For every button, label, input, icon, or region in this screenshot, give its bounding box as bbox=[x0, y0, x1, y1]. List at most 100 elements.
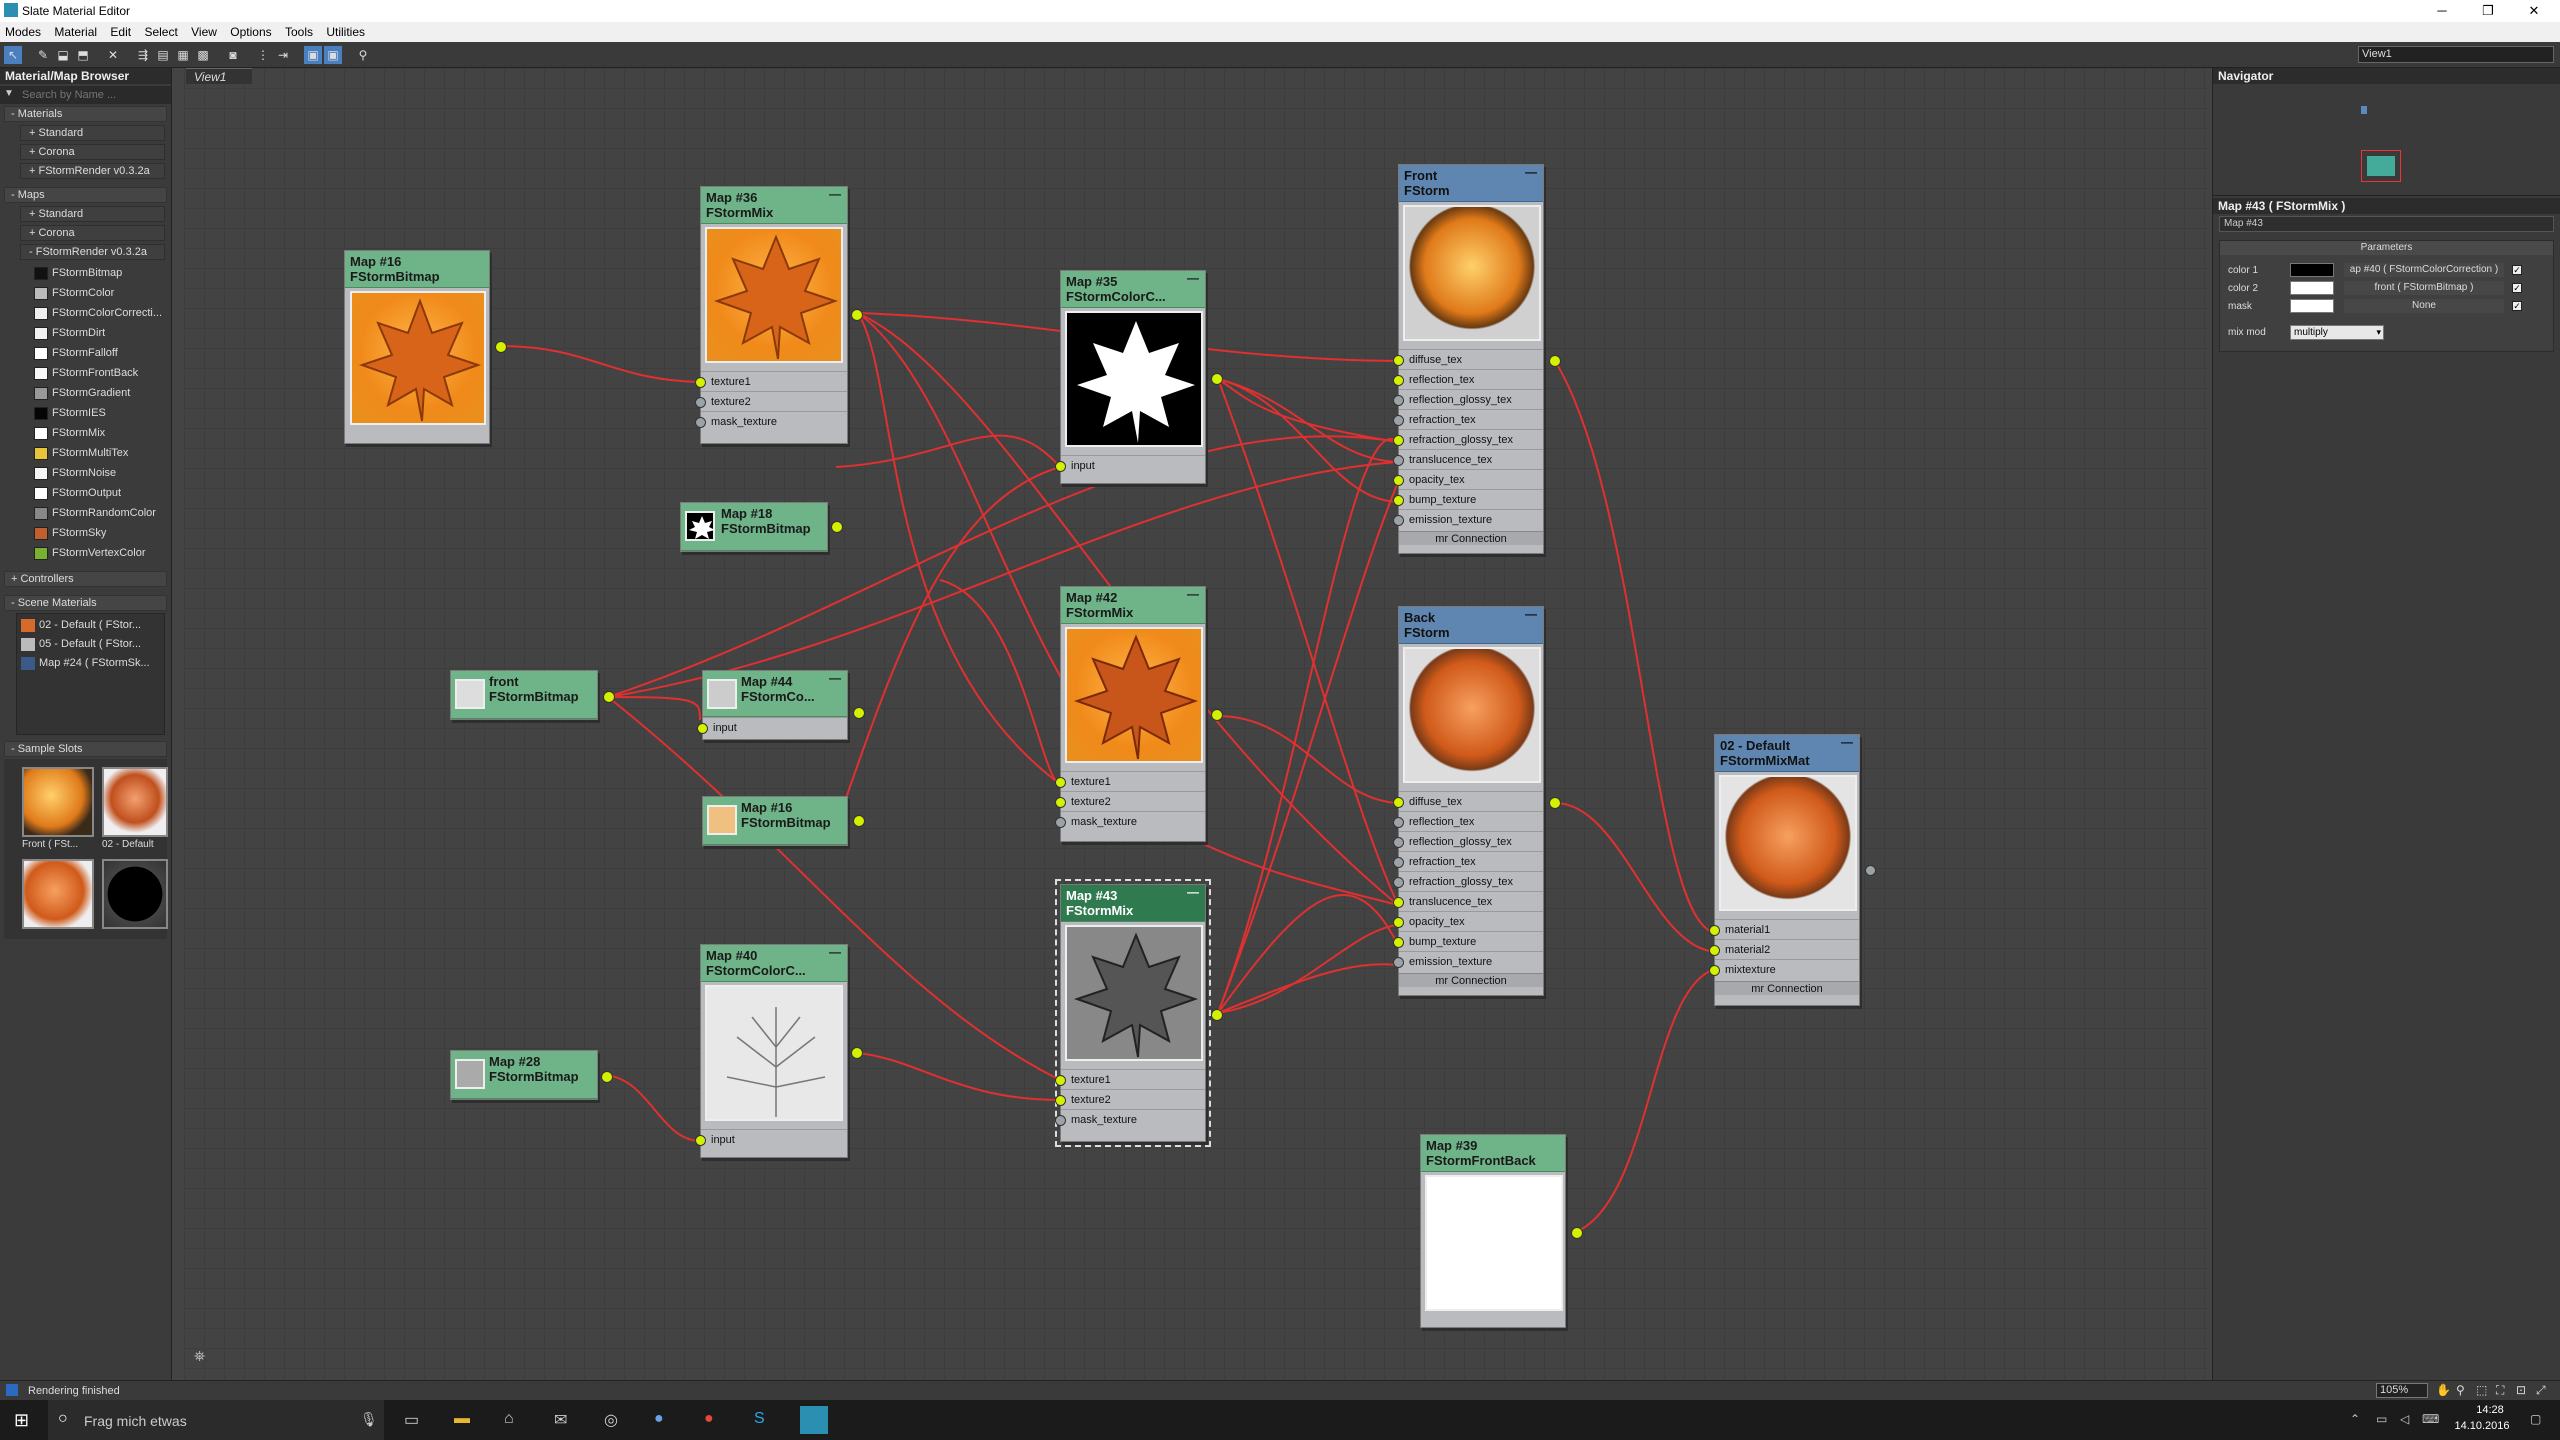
color2-map-button[interactable]: front ( FStormBitmap ) bbox=[2344, 281, 2504, 295]
clock-time[interactable]: 14:28 bbox=[2460, 1404, 2520, 1416]
notification-icon[interactable]: ▢ bbox=[2530, 1412, 2541, 1426]
collapse-icon[interactable]: — bbox=[829, 945, 841, 960]
output-socket[interactable] bbox=[495, 341, 507, 353]
node-map16b[interactable]: Map #16 FStormBitmap bbox=[702, 796, 865, 846]
node-map18[interactable]: Map #18 FStormBitmap bbox=[680, 502, 843, 552]
chrome-icon[interactable]: ● bbox=[704, 1410, 714, 1428]
node-front-bitmap[interactable]: front FStormBitmap bbox=[450, 670, 615, 720]
maximize-view-icon[interactable]: ⤢ bbox=[2536, 1383, 2546, 1398]
media-icon[interactable]: ◎ bbox=[604, 1410, 618, 1430]
mask-swatch[interactable] bbox=[2290, 299, 2334, 313]
color1-checkbox[interactable]: ✓ bbox=[2512, 265, 2522, 275]
output-socket[interactable] bbox=[1571, 1227, 1583, 1239]
skype-icon[interactable]: S bbox=[754, 1410, 765, 1428]
collapse-icon[interactable]: — bbox=[1525, 165, 1537, 180]
node-map16[interactable]: Map #16 FStormBitmap bbox=[344, 250, 507, 444]
node-material-front[interactable]: Front FStorm — diffuse_tex reflection_tex … bbox=[1393, 164, 1561, 554]
tray-chevron-icon[interactable]: ⌃ bbox=[2350, 1412, 2360, 1426]
slot: refraction_glossy_tex bbox=[1399, 429, 1543, 449]
node-map44[interactable]: Map #44 FStormCo... — input bbox=[697, 670, 865, 740]
input-socket[interactable] bbox=[697, 723, 708, 734]
input-socket[interactable] bbox=[1055, 1075, 1066, 1086]
collapse-icon[interactable]: — bbox=[1187, 271, 1199, 286]
frame-all-icon[interactable]: ⛶ bbox=[2496, 1383, 2504, 1398]
input-socket[interactable] bbox=[1055, 1115, 1066, 1126]
node-map36[interactable]: Map #36 FStormMix — texture1 texture2 mask… bbox=[695, 186, 863, 444]
map-name-field[interactable]: Map #43 bbox=[2219, 216, 2554, 232]
collapse-icon[interactable]: — bbox=[829, 187, 841, 202]
collapse-icon[interactable]: — bbox=[1187, 885, 1199, 900]
node-map42[interactable]: Map #42 FStormMix — texture1 texture2 mask… bbox=[1055, 586, 1223, 842]
store-icon[interactable]: ⌂ bbox=[504, 1410, 514, 1428]
search-placeholder: Frag mich etwas bbox=[84, 1413, 187, 1429]
output-socket[interactable] bbox=[601, 1071, 613, 1083]
navigator-view[interactable] bbox=[2213, 84, 2560, 196]
3dsmax-icon[interactable] bbox=[800, 1406, 828, 1434]
parameters-title[interactable]: Parameters bbox=[2220, 241, 2553, 255]
clock-date[interactable]: 14.10.2016 bbox=[2444, 1420, 2520, 1432]
explorer-icon[interactable]: ▬ bbox=[454, 1410, 470, 1428]
search-icon: ○ bbox=[58, 1410, 68, 1427]
node-map39[interactable]: Map #39 FStormFrontBack bbox=[1420, 1134, 1583, 1328]
node-map40[interactable]: Map #40 FStormColorC... — input bbox=[695, 944, 863, 1158]
output-socket[interactable] bbox=[603, 691, 615, 703]
frame-selected-icon[interactable]: ⊡ bbox=[2516, 1383, 2526, 1397]
output-socket[interactable] bbox=[851, 1047, 863, 1059]
status-text: Rendering finished bbox=[28, 1385, 120, 1397]
binoculars-icon[interactable]: ⛯ bbox=[194, 1348, 205, 1365]
zoom-field[interactable]: 105% bbox=[2376, 1383, 2428, 1398]
color1-swatch[interactable] bbox=[2290, 263, 2334, 277]
collapse-icon[interactable]: — bbox=[1525, 607, 1537, 622]
slot: refraction_glossy_tex bbox=[1399, 871, 1543, 891]
collapse-icon[interactable]: — bbox=[1187, 587, 1199, 602]
output-socket[interactable] bbox=[1549, 797, 1561, 809]
mr-connection[interactable]: mr Connection bbox=[1715, 981, 1859, 995]
input-socket[interactable] bbox=[695, 397, 706, 408]
mr-connection[interactable]: mr Connection bbox=[1399, 531, 1543, 545]
input-socket[interactable] bbox=[695, 377, 706, 388]
node-map43[interactable]: Map #43 FStormMix — texture1 texture2 mask… bbox=[1055, 879, 1223, 1147]
color2-swatch[interactable] bbox=[2290, 281, 2334, 295]
collapse-icon[interactable]: — bbox=[1841, 735, 1853, 750]
zoom-region-icon[interactable]: ⬚ bbox=[2476, 1383, 2487, 1397]
node-mixmat[interactable]: 02 - Default FStormMixMat — material1 mate… bbox=[1709, 734, 1876, 1006]
language-icon[interactable]: ⌨ bbox=[2422, 1412, 2439, 1426]
color2-checkbox[interactable]: ✓ bbox=[2512, 283, 2522, 293]
network-icon[interactable]: ▭ bbox=[2376, 1412, 2387, 1426]
taskbar-search[interactable]: ○ Frag mich etwas 🎙 bbox=[48, 1400, 384, 1440]
volume-icon[interactable]: ◁ bbox=[2400, 1412, 2409, 1426]
zoom-icon[interactable]: ⚲ bbox=[2456, 1383, 2465, 1397]
task-view-icon[interactable]: ▭ bbox=[404, 1410, 419, 1430]
mr-connection[interactable]: mr Connection bbox=[1399, 973, 1543, 987]
node-map28[interactable]: Map #28 FStormBitmap bbox=[450, 1050, 613, 1100]
windows-start-icon[interactable]: ⊞ bbox=[14, 1410, 29, 1431]
input-socket[interactable] bbox=[1055, 817, 1066, 828]
output-socket[interactable] bbox=[1211, 373, 1223, 385]
mix-mode-select[interactable]: multiply ▾ bbox=[2290, 325, 2384, 340]
output-socket[interactable] bbox=[851, 309, 863, 321]
mail-icon[interactable]: ✉ bbox=[554, 1410, 567, 1430]
input-socket[interactable] bbox=[695, 1135, 706, 1146]
output-socket[interactable] bbox=[853, 707, 865, 719]
input-socket[interactable] bbox=[695, 417, 706, 428]
mask-map-button[interactable]: None bbox=[2344, 299, 2504, 313]
output-socket[interactable] bbox=[1865, 865, 1876, 876]
slot-texture1: texture1 bbox=[1061, 1069, 1205, 1089]
node-material-back[interactable]: Back FStorm — diffuse_tex reflection_tex r… bbox=[1393, 606, 1561, 996]
output-socket[interactable] bbox=[1211, 709, 1223, 721]
mask-checkbox[interactable]: ✓ bbox=[2512, 301, 2522, 311]
input-socket[interactable] bbox=[1055, 777, 1066, 788]
color1-map-button[interactable]: ap #40 ( FStormColorCorrection ) bbox=[2344, 263, 2504, 277]
input-socket[interactable] bbox=[1055, 461, 1066, 472]
collapse-icon[interactable]: — bbox=[829, 671, 841, 686]
node-map35[interactable]: Map #35 FStormColorC... — input bbox=[1055, 270, 1223, 484]
pan-icon[interactable]: ✋ bbox=[2436, 1383, 2451, 1397]
output-socket[interactable] bbox=[853, 815, 865, 827]
microphone-icon[interactable]: 🎙 bbox=[360, 1411, 378, 1428]
input-socket[interactable] bbox=[1055, 1095, 1066, 1106]
output-socket[interactable] bbox=[1549, 355, 1561, 367]
app-icon[interactable]: ● bbox=[654, 1410, 664, 1428]
input-socket[interactable] bbox=[1055, 797, 1066, 808]
output-socket[interactable] bbox=[1211, 1009, 1223, 1021]
output-socket[interactable] bbox=[831, 521, 843, 533]
